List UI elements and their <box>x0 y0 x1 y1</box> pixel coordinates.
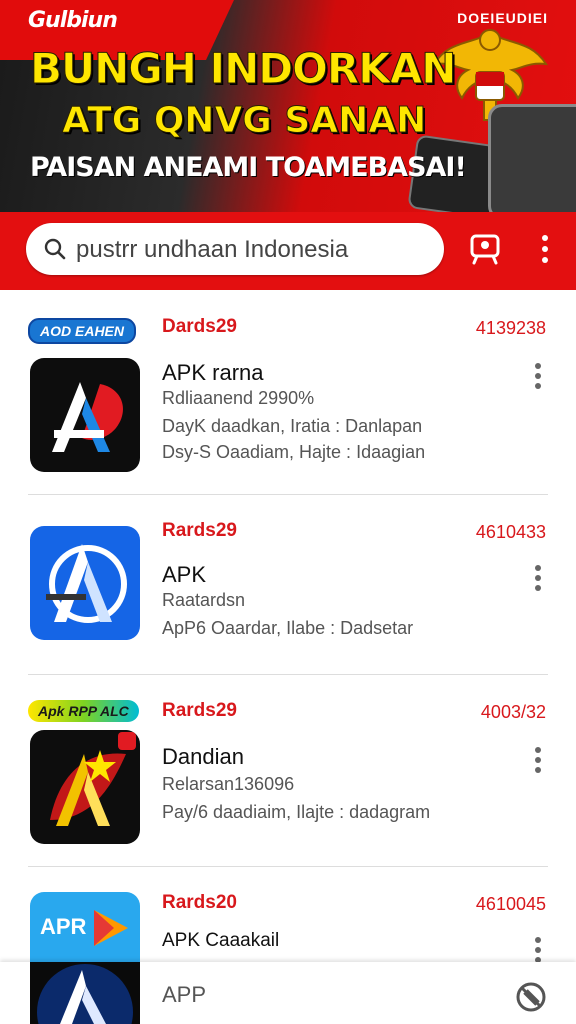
app-title[interactable]: APK Caaakail <box>162 930 279 952</box>
app-details: ApP6 Oaardar, Ilabe : Dadsetar <box>162 618 414 638</box>
item-number: 4610045 <box>475 894 546 914</box>
app-title[interactable]: Dandian <box>162 744 244 770</box>
app-icon[interactable]: APR <box>30 892 140 962</box>
phone-illustration <box>488 104 576 212</box>
banner-headline: BUNGH INDORKAN <box>29 44 456 94</box>
no-signal-icon[interactable] <box>514 980 548 1014</box>
search-query-text[interactable]: pustrr undhaan Indonesia <box>76 236 348 264</box>
item-rank: Rards20 <box>162 892 237 913</box>
item-menu-icon[interactable] <box>534 746 542 774</box>
item-menu-icon[interactable] <box>534 362 542 390</box>
category-badge: AOD EAHEN <box>28 318 137 344</box>
list-divider <box>28 674 548 675</box>
banner-brand: Gulbiun <box>28 8 118 33</box>
search-icon <box>44 238 66 260</box>
category-badge: Apk RPP ALC <box>28 700 139 722</box>
banner-subhead: ATG QNVG SANAN <box>61 100 427 142</box>
app-icon[interactable] <box>30 358 140 472</box>
item-rank: Dards29 <box>162 316 237 337</box>
item-rank: Rards29 <box>162 520 237 541</box>
app-title[interactable]: APK <box>162 562 206 588</box>
item-number: 4139238 <box>475 318 546 338</box>
a-circle-logo-icon <box>46 544 127 623</box>
a-logo-icon <box>52 382 123 452</box>
app-details: Pay/6 daadiaim, Ilajte : dadagram <box>162 802 431 822</box>
item-rank: Rards29 <box>162 700 237 721</box>
more-options-icon[interactable] <box>540 234 550 264</box>
bottom-app-title[interactable]: APP <box>162 982 206 1008</box>
star-a-logo-icon <box>50 732 136 826</box>
a-logo-icon <box>37 964 133 1024</box>
app-icon[interactable] <box>30 730 140 844</box>
list-divider <box>28 866 548 867</box>
app-icon[interactable] <box>30 526 140 640</box>
item-menu-icon[interactable] <box>534 936 542 964</box>
item-menu-icon[interactable] <box>534 564 542 592</box>
item-number: 4610433 <box>475 522 546 542</box>
banner-tagline: PAISAN ANEAMI TOAMEBASAI! <box>30 152 467 183</box>
app-details: DayK daadkan, Iratia : Danlapan <box>162 416 423 436</box>
app-title[interactable]: APK rarna <box>162 360 264 386</box>
bottom-app-icon[interactable] <box>30 962 140 1024</box>
item-number: 4003/32 <box>480 702 546 722</box>
app-subtitle: Raatardsn <box>162 590 246 610</box>
profile-icon[interactable] <box>468 232 502 266</box>
app-subtitle: Rdliaanend 2990% <box>162 388 315 408</box>
play-triangle-icon <box>94 910 128 946</box>
promo-banner[interactable]: Gulbiun DOEIEUDIEI BUNGH INDORKAN ATG QN… <box>0 0 576 212</box>
app-subtitle: Relarsan136096 <box>162 774 295 794</box>
list-divider <box>28 494 548 495</box>
app-details-extra: Dsy-S Oaadiam, Hajte : Idaagian <box>162 442 426 462</box>
